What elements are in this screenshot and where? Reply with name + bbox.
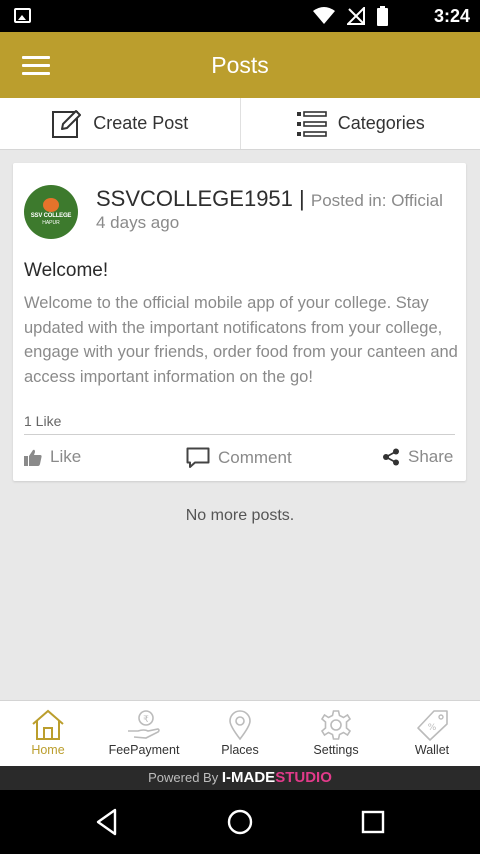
nav-feepayment-label: FeePayment [108,743,180,757]
avatar-line-2: HAPUR [42,220,60,226]
recents-square-icon[interactable] [361,808,385,836]
back-icon[interactable] [95,808,119,836]
brand-studio: STUDIO [275,769,332,786]
nav-places-label: Places [221,743,259,757]
post-divider [24,434,455,435]
post-title: Welcome! [24,260,109,281]
nav-settings[interactable]: Settings [288,701,384,766]
posted-in[interactable]: Posted in: Official [311,191,443,210]
nav-wallet[interactable]: % Wallet [384,701,480,766]
app-bar: Posts [0,32,480,98]
nav-home[interactable]: Home [0,701,96,766]
powered-by-footer: Powered By I-MADESTUDIO [0,766,480,790]
action-bar: Create Post Categories [0,98,480,150]
svg-text:₹: ₹ [143,715,149,725]
author-separator: | [299,186,305,211]
status-time: 3:24 [433,6,470,26]
gallery-notification-icon [14,8,31,23]
price-tag-icon: % [417,710,448,741]
nav-settings-label: Settings [313,743,359,757]
post-author[interactable]: SSVCOLLEGE1951 [96,186,293,211]
gear-icon [320,710,352,740]
like-label: Like [50,447,82,466]
nav-places[interactable]: Places [192,701,288,766]
bottom-navigation: Home ₹ FeePayment Places Settings % Wall… [0,700,480,766]
map-pin-icon [229,710,251,741]
no-more-posts: No more posts. [185,507,295,524]
home-circle-icon[interactable] [227,808,253,836]
nav-feepayment[interactable]: ₹ FeePayment [96,701,192,766]
wifi-icon [313,7,335,24]
share-icon [383,448,399,466]
create-post-label: Create Post [93,113,189,133]
svg-text:%: % [428,723,437,733]
comment-button[interactable]: Comment [186,447,292,469]
post-body: Welcome to the official mobile app of yo… [24,294,458,386]
categories-button[interactable]: Categories [239,98,480,149]
no-signal-icon [347,7,365,25]
home-icon [32,709,64,740]
post-time: 4 days ago [96,213,180,232]
avatar[interactable]: SSV COLLEGE HAPUR [24,185,78,239]
brand-imade: I-MADE [221,769,276,786]
categories-label: Categories [337,113,425,133]
create-post-button[interactable]: Create Post [0,98,240,149]
status-bar: 3:24 [0,0,480,32]
thumbs-up-icon [24,449,42,466]
like-count[interactable]: 1 Like [24,413,61,429]
battery-icon [377,6,388,26]
page-title: Posts [211,52,269,78]
powered-by-prefix: Powered By [148,770,219,785]
comment-icon [186,447,210,468]
like-button[interactable]: Like [24,447,81,467]
list-icon [296,110,327,137]
share-label: Share [408,447,454,466]
system-navigation-bar [0,790,480,854]
post-author-line: SSVCOLLEGE1951 | Posted in: Official [96,186,443,212]
fee-payment-icon: ₹ [128,710,160,739]
college-seal-icon [43,198,59,212]
avatar-line-1: SSV COLLEGE [30,213,72,219]
share-button[interactable]: Share [382,447,453,467]
nav-wallet-label: Wallet [414,743,450,757]
post-card: SSV COLLEGE HAPUR SSVCOLLEGE1951 | Poste… [13,163,466,481]
edit-icon [52,109,82,138]
comment-label: Comment [218,448,292,467]
nav-home-label: Home [31,743,65,757]
